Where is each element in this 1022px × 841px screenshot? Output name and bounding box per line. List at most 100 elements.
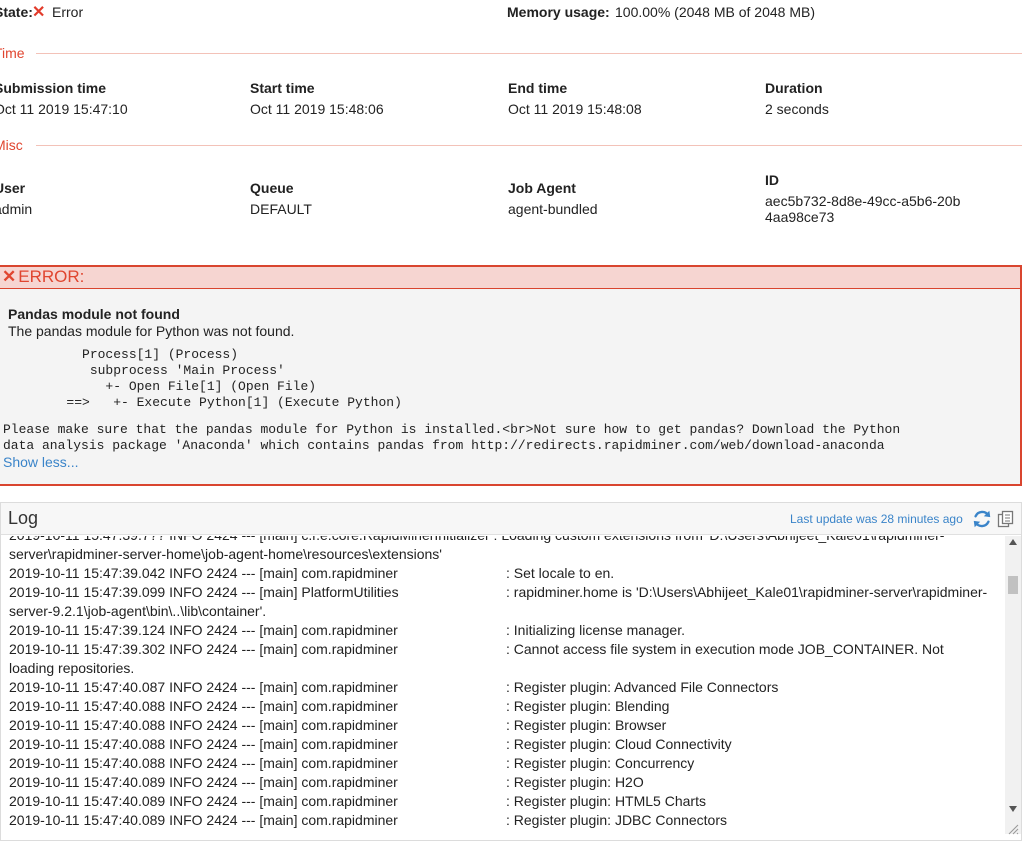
close-icon: ✕	[2, 267, 17, 286]
log-line: 2019-10-11 15:47:40.088 INFO 2424 --- [m…	[9, 754, 999, 773]
log-line-prefix: 2019-10-11 15:47:40.088 INFO 2424 --- [m…	[9, 717, 398, 733]
log-header: Log Last update was 28 minutes ago	[1, 503, 1021, 535]
job-agent-label: Job Agent	[508, 180, 576, 196]
log-line: 2019-10-11 15:47:39.099 INFO 2424 --- [m…	[9, 583, 999, 621]
user-field: User admin	[0, 180, 32, 217]
log-partial-line: 2019-10-11 15:47:39.7?? INFO 2424 --- [m…	[9, 536, 944, 545]
log-line-continuation: loading repositories.	[9, 660, 135, 676]
log-line-message: : Register plugin: Legacy Result Access	[506, 830, 752, 834]
user-label: User	[0, 180, 26, 196]
log-line-message: : Register plugin: Concurrency	[506, 755, 695, 771]
log-body: 2019-10-11 15:47:39.7?? INFO 2424 --- [m…	[1, 536, 1005, 834]
log-line-message: : Set locale to en.	[506, 565, 615, 581]
end-time-field: End time Oct 11 2019 15:48:08	[508, 80, 642, 117]
submission-time-label: Submission time	[0, 80, 107, 96]
log-line-message: : Register plugin: Cloud Connectivity	[506, 736, 732, 752]
log-line: 2019-10-11 15:47:39.7?? INFO 2424 --- [m…	[9, 536, 999, 564]
queue-label: Queue	[250, 180, 294, 196]
start-time-value: Oct 11 2019 15:48:06	[250, 101, 384, 117]
log-line-message: : Register plugin: H2O	[506, 774, 644, 790]
scroll-up-arrow-icon[interactable]	[1009, 539, 1017, 545]
log-line: 2019-10-11 15:47:40.087 INFO 2424 --- [m…	[9, 678, 999, 697]
start-time-label: Start time	[250, 80, 315, 96]
log-line-prefix: 2019-10-11 15:47:39.302 INFO 2424 --- [m…	[9, 641, 398, 657]
end-time-label: End time	[508, 80, 568, 96]
log-line: 2019-10-11 15:47:40.088 INFO 2424 --- [m…	[9, 735, 999, 754]
log-line-prefix: 2019-10-11 15:47:40.089 INFO 2424 --- [m…	[9, 793, 398, 809]
log-line-prefix: 2019-10-11 15:47:39.124 INFO 2424 --- [m…	[9, 622, 398, 638]
log-line: 2019-10-11 15:47:39.124 INFO 2424 --- [m…	[9, 621, 999, 640]
log-line: 2019-10-11 15:47:39.302 INFO 2424 --- [m…	[9, 640, 999, 678]
time-section-header: Time	[0, 45, 1022, 61]
log-line-message: : Register plugin: Browser	[506, 717, 667, 733]
section-divider	[36, 145, 1022, 146]
log-line-prefix: 2019-10-11 15:47:40.090 INFO 2424 --- [m…	[9, 830, 398, 834]
id-value: aec5b732-8d8e-49cc-a5b6-20b4aa98ce73	[765, 193, 961, 225]
log-scrollbar[interactable]	[1005, 536, 1021, 834]
misc-section-title: Misc	[0, 137, 23, 153]
error-hint: Please make sure that the pandas module …	[3, 422, 901, 453]
log-line-message: : Register plugin: JDBC Connectors	[506, 812, 727, 828]
job-agent-field: Job Agent agent-bundled	[508, 180, 598, 217]
log-line-prefix: 2019-10-11 15:47:39.099 INFO 2424 --- [m…	[9, 584, 399, 600]
error-header-label: ERROR:	[18, 267, 85, 286]
refresh-icon[interactable]	[971, 508, 993, 530]
end-time-value: Oct 11 2019 15:48:08	[508, 101, 642, 117]
last-update-text: Last update was 28 minutes ago	[790, 512, 963, 526]
log-line-message: : rapidminer.home is 'D:\Users\Abhijeet_…	[506, 584, 988, 600]
log-line-message: : Register plugin: Advanced File Connect…	[506, 679, 779, 695]
error-box: ✕ ERROR: Pandas module not found The pand…	[0, 265, 1022, 486]
log-line: 2019-10-11 15:47:40.089 INFO 2424 --- [m…	[9, 792, 999, 811]
id-field: ID aec5b732-8d8e-49cc-a5b6-20b4aa98ce73	[765, 172, 965, 225]
error-trace: Process[1] (Process) subprocess 'Main Pr…	[66, 347, 402, 410]
submission-time-field: Submission time Oct 11 2019 15:47:10	[0, 80, 128, 117]
log-line-prefix: 2019-10-11 15:47:39.042 INFO 2424 --- [m…	[9, 565, 398, 581]
log-line-prefix: 2019-10-11 15:47:40.088 INFO 2424 --- [m…	[9, 755, 398, 771]
log-line: 2019-10-11 15:47:39.042 INFO 2424 --- [m…	[9, 564, 999, 583]
close-icon: ✕	[32, 4, 46, 21]
log-title: Log	[8, 508, 39, 528]
error-message: The pandas module for Python was not fou…	[8, 323, 295, 339]
queue-value: DEFAULT	[250, 201, 312, 217]
duration-label: Duration	[765, 80, 823, 96]
state-row: State: ✕ Error Memory usage: 100.00% (20…	[0, 4, 1022, 24]
scroll-thumb[interactable]	[1008, 576, 1018, 594]
submission-time-value: Oct 11 2019 15:47:10	[0, 101, 128, 117]
log-line: 2019-10-11 15:47:40.090 INFO 2424 --- [m…	[9, 830, 999, 834]
user-value: admin	[0, 201, 33, 217]
error-header: ✕ ERROR:	[0, 267, 1020, 289]
log-line: 2019-10-11 15:47:40.088 INFO 2424 --- [m…	[9, 697, 999, 716]
log-line: 2019-10-11 15:47:40.088 INFO 2424 --- [m…	[9, 716, 999, 735]
log-panel: Log Last update was 28 minutes ago 2019-…	[0, 502, 1022, 841]
error-title: Pandas module not found	[8, 306, 180, 322]
duration-value: 2 seconds	[765, 101, 829, 117]
log-line-prefix: 2019-10-11 15:47:40.089 INFO 2424 --- [m…	[9, 812, 398, 828]
log-line-prefix: 2019-10-11 15:47:40.088 INFO 2424 --- [m…	[9, 698, 398, 714]
log-line: 2019-10-11 15:47:40.089 INFO 2424 --- [m…	[9, 773, 999, 792]
log-line-message: : Register plugin: HTML5 Charts	[506, 793, 706, 809]
log-line-message: : Cannot access file system in execution…	[506, 641, 944, 657]
resize-grip-icon[interactable]	[1007, 823, 1019, 835]
log-line-continuation: server-9.2.1\job-agent\bin\..\lib\contai…	[9, 603, 267, 619]
queue-field: Queue DEFAULT	[250, 180, 312, 217]
log-lines: 2019-10-11 15:47:39.7?? INFO 2424 --- [m…	[9, 536, 999, 834]
log-line-prefix: 2019-10-11 15:47:40.088 INFO 2424 --- [m…	[9, 736, 398, 752]
log-line-message: : Initializing license manager.	[506, 622, 685, 638]
log-line-prefix: 2019-10-11 15:47:40.089 INFO 2424 --- [m…	[9, 774, 398, 790]
log-line: 2019-10-11 15:47:40.089 INFO 2424 --- [m…	[9, 811, 999, 830]
log-line-prefix: 2019-10-11 15:47:40.087 INFO 2424 --- [m…	[9, 679, 398, 695]
state-label: State:	[0, 4, 33, 20]
state-value: Error	[52, 4, 84, 20]
time-section-title: Time	[0, 45, 25, 61]
misc-section-header: Misc	[0, 137, 1022, 153]
copy-icon[interactable]	[997, 510, 1015, 528]
id-label: ID	[765, 172, 779, 188]
memory-value: 100.00% (2048 MB of 2048 MB)	[615, 4, 816, 20]
log-line-continuation: server\rapidminer-server-home\job-agent-…	[9, 546, 442, 562]
show-less-link[interactable]: Show less...	[3, 454, 78, 470]
scroll-down-arrow-icon[interactable]	[1009, 806, 1017, 812]
job-agent-value: agent-bundled	[508, 201, 598, 217]
section-divider	[36, 53, 1022, 54]
log-line-message: : Register plugin: Blending	[506, 698, 670, 714]
start-time-field: Start time Oct 11 2019 15:48:06	[250, 80, 384, 117]
